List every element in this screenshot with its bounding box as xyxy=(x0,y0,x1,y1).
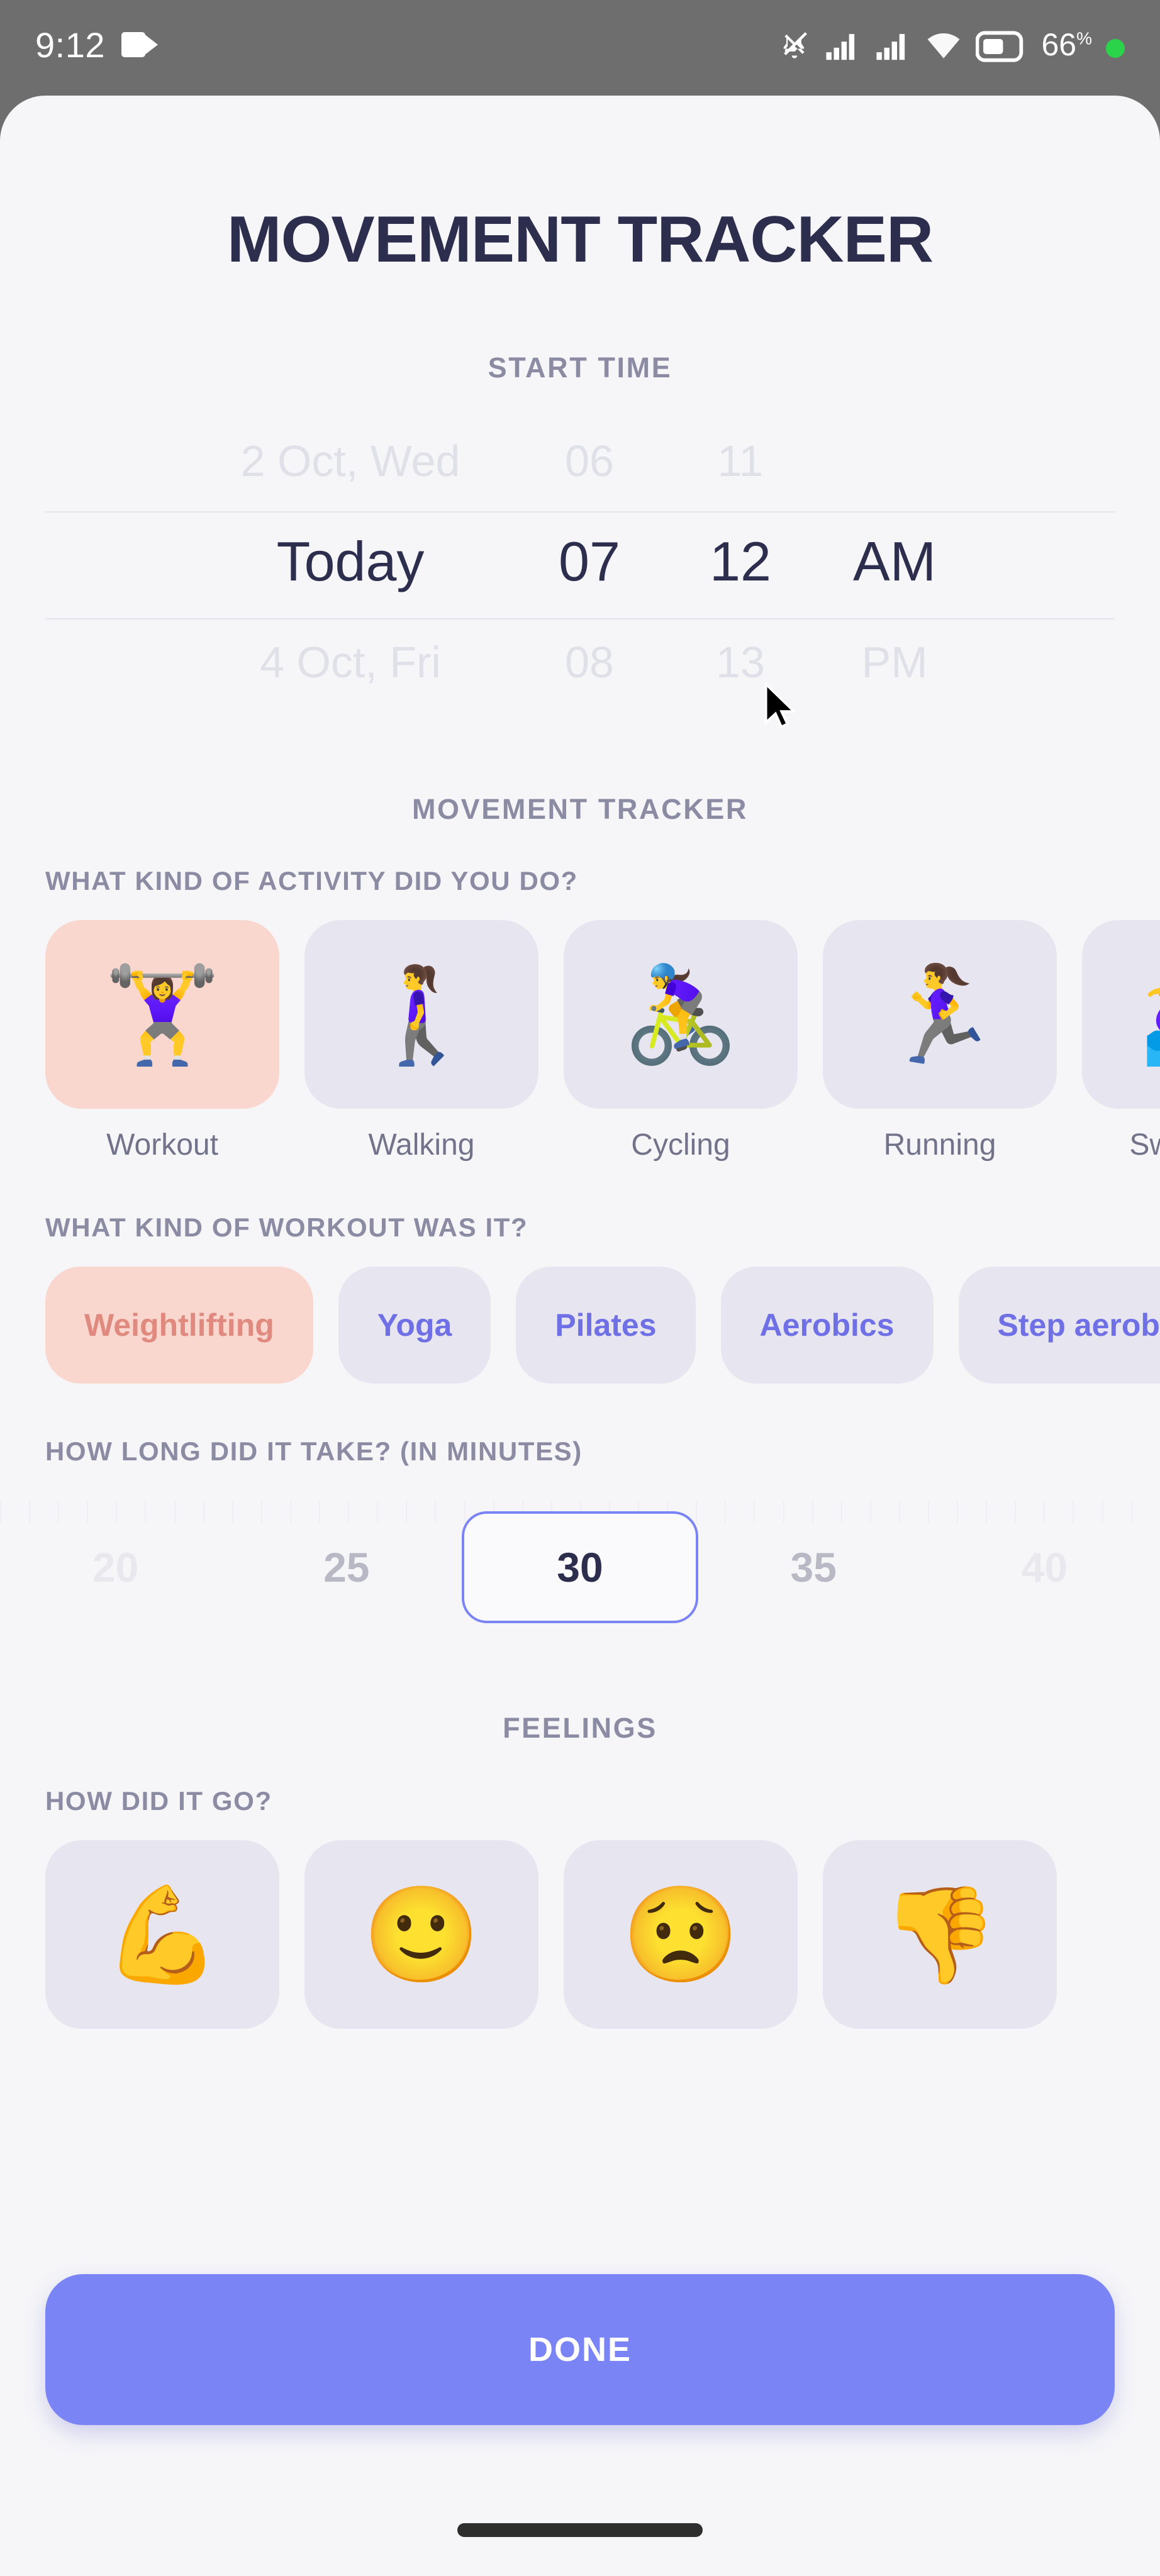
feelings-carousel[interactable]: 💪 🙂 😟 👎 xyxy=(0,1840,1160,2029)
minute-option-below[interactable]: 13 xyxy=(665,637,816,687)
time-row-above[interactable]: 2 Oct, Wed 06 11 xyxy=(0,411,1160,511)
activity-option-label: Cycling xyxy=(631,1128,730,1162)
activity-option-running[interactable]: 🏃‍♀️ Running xyxy=(823,920,1057,1162)
video-camera-icon xyxy=(121,32,158,57)
activity-option-label: Workout xyxy=(106,1128,218,1162)
minute-option-above[interactable]: 11 xyxy=(665,436,816,486)
meridiem-option-selected[interactable]: AM xyxy=(816,530,973,594)
battery-percent: 66% xyxy=(1041,27,1092,62)
battery-icon xyxy=(976,31,1023,62)
activity-option-workout[interactable]: 🏋️‍♀️ Workout xyxy=(45,920,279,1162)
duration-ruler[interactable]: 20 25 30 35 40 xyxy=(0,1492,1160,1643)
swimming-emoji[interactable]: 🏊‍♀️ xyxy=(1082,920,1160,1109)
done-button[interactable]: DONE xyxy=(45,2274,1115,2425)
date-option-selected[interactable]: Today xyxy=(187,530,514,594)
status-bar-clock: 9:12 xyxy=(35,25,105,65)
duration-value[interactable]: 20 xyxy=(0,1543,231,1591)
hour-option-below[interactable]: 08 xyxy=(514,637,665,687)
workout-type-chip-yoga[interactable]: Yoga xyxy=(338,1267,491,1384)
date-option-above[interactable]: 2 Oct, Wed xyxy=(187,436,514,486)
duration-value[interactable]: 40 xyxy=(929,1543,1160,1591)
workout-type-chip-aerobics[interactable]: Aerobics xyxy=(720,1267,934,1384)
meridiem-option-below[interactable]: PM xyxy=(816,637,973,687)
bell-muted-icon xyxy=(784,31,808,58)
wifi-icon xyxy=(928,33,960,58)
duration-value[interactable]: 35 xyxy=(698,1543,929,1591)
duration-value-selected[interactable]: 30 xyxy=(462,1511,698,1623)
workout-question-label: WHAT KIND OF WORKOUT WAS IT? xyxy=(45,1213,528,1242)
activity-option-label: Running xyxy=(883,1128,996,1162)
minute-option-selected[interactable]: 12 xyxy=(665,530,816,594)
mouse-cursor xyxy=(764,682,797,729)
hour-option-above[interactable]: 06 xyxy=(514,436,665,486)
activity-option-walking[interactable]: 🚶‍♀️ Walking xyxy=(304,920,538,1162)
app-surface: MOVEMENT TRACKER START TIME 2 Oct, Wed 0… xyxy=(0,96,1160,2576)
status-bar-left: 9:12 xyxy=(35,25,158,65)
worried-face-emoji[interactable]: 😟 xyxy=(564,1840,798,2029)
green-recording-dot xyxy=(1106,39,1125,58)
start-time-picker[interactable]: 2 Oct, Wed 06 11 Today 07 12 AM 4 Oct, F… xyxy=(0,411,1160,725)
walking-emoji[interactable]: 🚶‍♀️ xyxy=(304,920,538,1109)
activity-option-label: Walking xyxy=(368,1128,475,1162)
duration-question-label: HOW LONG DID IT TAKE? (IN MINUTES) xyxy=(45,1436,583,1466)
activity-carousel[interactable]: 🏋️‍♀️ Workout 🚶‍♀️ Walking 🚴‍♀️ Cycling 🏃‍♀️ Ru… xyxy=(0,920,1160,1162)
page-title: MOVEMENT TRACKER xyxy=(226,203,934,276)
time-row-below[interactable]: 4 Oct, Fri 08 13 PM xyxy=(0,612,1160,713)
activity-option-cycling[interactable]: 🚴‍♀️ Cycling xyxy=(564,920,798,1162)
workout-type-chip-step-aerobics[interactable]: Step aerobics xyxy=(958,1267,1160,1384)
wheel-divider-top xyxy=(45,511,1115,513)
signal-bars-icon xyxy=(876,34,905,60)
signal-bars-icon xyxy=(826,34,855,60)
running-emoji[interactable]: 🏃‍♀️ xyxy=(823,920,1057,1109)
activity-question-label: WHAT KIND OF ACTIVITY DID YOU DO? xyxy=(45,866,578,896)
date-option-below[interactable]: 4 Oct, Fri xyxy=(187,637,514,687)
footer-action-bar: DONE xyxy=(0,2274,1160,2425)
weightlifting-emoji[interactable]: 🏋️‍♀️ xyxy=(45,920,279,1109)
activity-option-swimming[interactable]: 🏊‍♀️ Swimming xyxy=(1082,920,1160,1162)
workout-type-carousel[interactable]: Weightlifting Yoga Pilates Aerobics Step aer… xyxy=(0,1267,1160,1384)
feelings-question-label: HOW DID IT GO? xyxy=(45,1786,272,1816)
feelings-header: FEELINGS xyxy=(503,1712,657,1744)
ruler-values[interactable]: 20 25 30 35 40 xyxy=(0,1492,1160,1643)
activity-option-label: Swimming xyxy=(1129,1128,1160,1162)
movement-tracker-header: MOVEMENT TRACKER xyxy=(411,793,749,825)
workout-type-chip-weightlifting[interactable]: Weightlifting xyxy=(45,1267,313,1384)
phone-screen: 9:12 66% MOVEMENT TRACKER START TIME 2 O… xyxy=(0,0,1160,2576)
cycling-emoji[interactable]: 🚴‍♀️ xyxy=(564,920,798,1109)
time-row-selected[interactable]: Today 07 12 AM xyxy=(0,511,1160,612)
status-bar-right: 66% xyxy=(778,26,1125,63)
hour-option-selected[interactable]: 07 xyxy=(514,530,665,594)
gesture-nav-bar[interactable] xyxy=(457,2523,703,2537)
wheel-divider-bottom xyxy=(45,618,1115,619)
thumbs-down-emoji[interactable]: 👎 xyxy=(823,1840,1057,2029)
start-time-header: START TIME xyxy=(488,352,672,384)
status-bar: 9:12 66% xyxy=(0,0,1160,101)
workout-type-chip-pilates[interactable]: Pilates xyxy=(516,1267,696,1384)
flexed-biceps-emoji[interactable]: 💪 xyxy=(45,1840,279,2029)
slightly-smiling-face-emoji[interactable]: 🙂 xyxy=(304,1840,538,2029)
duration-value[interactable]: 25 xyxy=(231,1543,462,1591)
